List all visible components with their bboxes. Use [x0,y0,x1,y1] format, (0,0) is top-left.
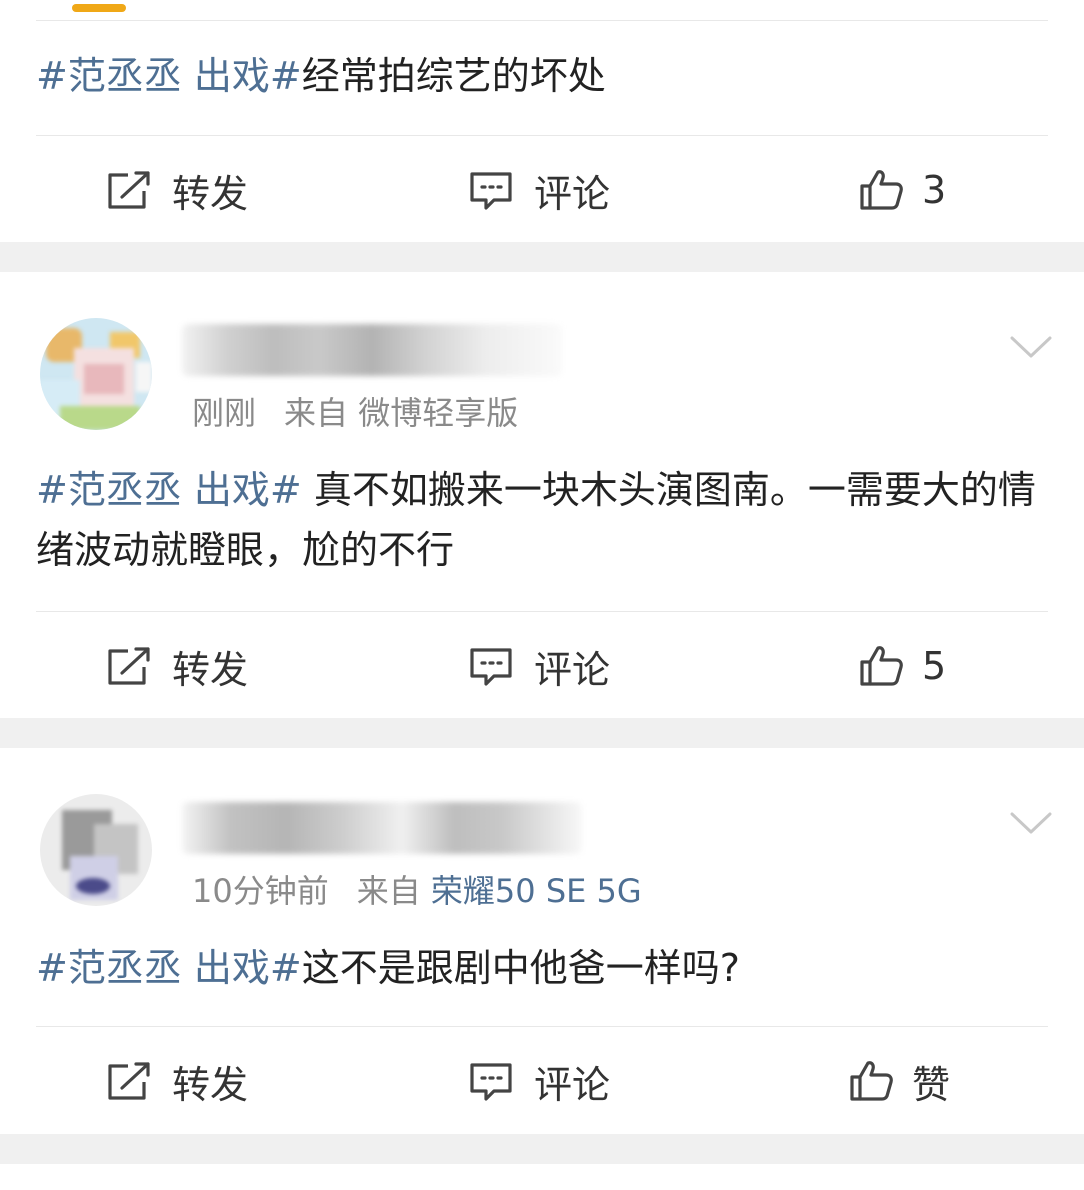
comment-button[interactable]: 评论 [468,1031,610,1131]
repost-icon [108,1062,150,1100]
post-meta: 刚刚 来自 微博轻享版 [192,388,518,434]
post-time: 10分钟前 [192,872,329,910]
source-prefix: 来自 [356,872,421,910]
like-button[interactable]: 5 [858,616,946,716]
card-separator [0,718,1084,748]
action-bar: 转发 评论 赞 [0,1031,1084,1131]
topic-link[interactable]: #范丞丞 出戏# [36,468,302,512]
thumbs-up-icon [860,170,903,210]
topic-link[interactable]: #范丞丞 出戏# [36,946,302,990]
post-card-3: 10分钟前 来自 荣耀50 SE 5G #范丞丞 出戏#这不是跟剧中他爸一样吗? … [0,748,1084,1134]
comment-icon [470,648,512,686]
divider [36,611,1048,612]
card-separator [0,242,1084,272]
tab-indicator [72,4,126,12]
like-button[interactable]: 赞 [848,1031,950,1131]
avatar[interactable] [40,794,152,906]
thumbs-up-icon [860,646,903,686]
comment-label: 评论 [534,1062,611,1107]
post-body: 经常拍综艺的坏处 [301,54,606,98]
repost-button[interactable]: 转发 [106,616,248,716]
action-bar: 转发 评论 5 [0,616,1084,716]
divider [36,135,1048,136]
repost-button[interactable]: 转发 [106,1031,248,1131]
comment-button[interactable]: 评论 [468,140,610,240]
post-source: 微博轻享版 [358,394,519,432]
topic-link[interactable]: #范丞丞 出戏# [36,54,302,98]
card-separator [0,1134,1084,1164]
like-count: 5 [922,644,947,688]
divider [36,20,1048,21]
username-blurred[interactable] [182,802,582,854]
like-label: 赞 [912,1062,951,1107]
post-card-2: 刚刚 来自 微博轻享版 #范丞丞 出戏# 真不如搬来一块木头演图南。一需要大的情绪… [0,272,1084,718]
post-meta: 10分钟前 来自 荣耀50 SE 5G [192,866,642,912]
post-time: 刚刚 [192,394,257,432]
post-text: #范丞丞 出戏#经常拍综艺的坏处 [36,46,1046,106]
source-prefix: 来自 [284,394,349,432]
username-blurred[interactable] [182,324,562,376]
post-card-4-partial [0,1164,1084,1190]
thumbs-up-icon [850,1061,893,1101]
comment-label: 评论 [534,171,611,216]
repost-label: 转发 [172,171,249,216]
post-card-1: #范丞丞 出戏#经常拍综艺的坏处 转发 评论 3 [0,0,1084,242]
post-body: 这不是跟剧中他爸一样吗? [301,946,740,990]
comment-icon [470,172,512,210]
chevron-down-icon[interactable] [1008,808,1054,838]
repost-label: 转发 [172,647,249,692]
repost-label: 转发 [172,1062,249,1107]
comment-button[interactable]: 评论 [468,616,610,716]
repost-icon [108,171,150,209]
like-count: 3 [922,168,947,212]
avatar[interactable] [40,318,152,430]
post-text: #范丞丞 出戏#这不是跟剧中他爸一样吗? [36,938,1046,998]
repost-button[interactable]: 转发 [106,140,248,240]
action-bar: 转发 评论 3 [0,140,1084,240]
comment-icon [470,1063,512,1101]
post-source[interactable]: 荣耀50 SE 5G [431,872,642,910]
like-button[interactable]: 3 [858,140,946,240]
chevron-down-icon[interactable] [1008,332,1054,362]
comment-label: 评论 [534,647,611,692]
repost-icon [108,647,150,685]
divider [36,1026,1048,1027]
post-text: #范丞丞 出戏# 真不如搬来一块木头演图南。一需要大的情绪波动就瞪眼，尬的不行 [36,460,1046,580]
